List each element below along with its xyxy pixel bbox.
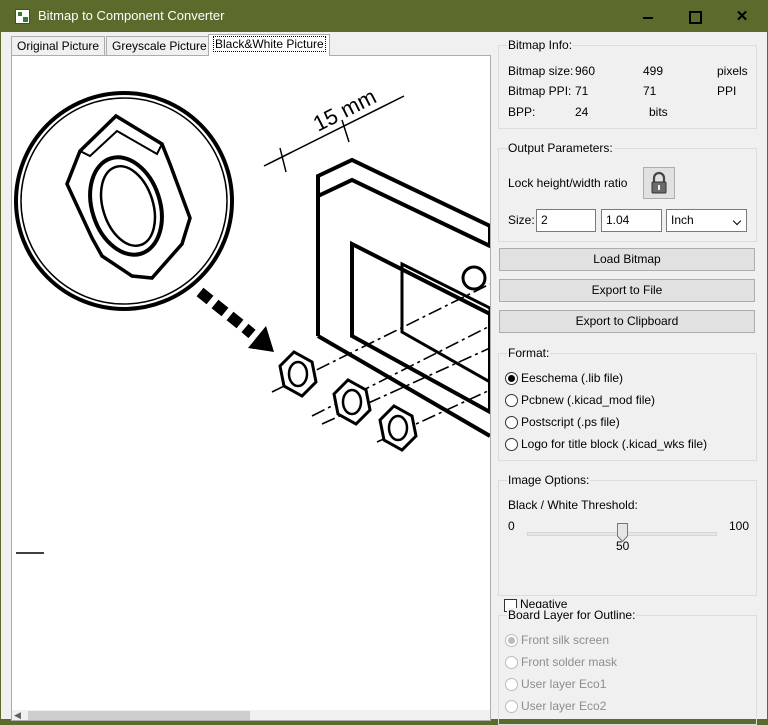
scrollbar-thumb[interactable] xyxy=(28,711,250,720)
export-to-file-button[interactable]: Export to File xyxy=(499,279,755,302)
radio-label: Postscript (.ps file) xyxy=(521,415,620,429)
threshold-min: 0 xyxy=(508,519,515,533)
load-bitmap-button[interactable]: Load Bitmap xyxy=(499,248,755,271)
bitmap-size-x: 960 xyxy=(575,64,596,78)
arrow-graphic xyxy=(196,287,274,352)
radio-label: User layer Eco1 xyxy=(521,677,607,691)
image-options-group: Image Options: Black / White Threshold: … xyxy=(498,473,757,612)
tab-label: Original Picture xyxy=(17,39,100,53)
radio-label: Eeschema (.lib file) xyxy=(521,371,624,385)
size-label: Size: xyxy=(508,213,535,227)
bpp-value: 24 xyxy=(575,105,589,119)
radio-button xyxy=(505,656,518,669)
bpp-label: BPP: xyxy=(508,105,536,119)
tab-label: Black&White Picture xyxy=(213,36,326,52)
group-title: Format: xyxy=(507,346,551,360)
lock-ratio-button[interactable] xyxy=(643,167,675,199)
unit-select-value: Inch xyxy=(671,213,694,227)
bpp-unit: bits xyxy=(649,105,668,119)
lock-icon xyxy=(651,171,667,194)
export-to-clipboard-button[interactable]: Export to Clipboard xyxy=(499,310,755,333)
radio-label: Logo for title block (.kicad_wks file) xyxy=(521,437,708,451)
threshold-max: 100 xyxy=(729,519,750,533)
scroll-left-icon[interactable]: ◀ xyxy=(14,710,21,720)
bitmap-ppi-x: 71 xyxy=(575,84,589,98)
group-title: Bitmap Info: xyxy=(507,38,574,52)
radio-button xyxy=(505,634,518,647)
app-icon xyxy=(15,9,30,24)
bitmap-size-y: 499 xyxy=(643,64,664,78)
tab-greyscale-picture[interactable]: Greyscale Picture xyxy=(106,36,216,56)
threshold-label: Black / White Threshold: xyxy=(508,498,638,512)
output-parameters-group: Output Parameters: Lock height/width rat… xyxy=(498,141,757,242)
unit-select[interactable]: Inch xyxy=(666,209,747,232)
board-layer-group: Board Layer for Outline: Front silk scre… xyxy=(498,608,757,725)
app-window: Bitmap to Component Converter ✕ Original… xyxy=(0,0,768,725)
close-button[interactable]: ✕ xyxy=(717,1,767,32)
tab-label: Greyscale Picture xyxy=(112,39,207,53)
bitmap-drawing: 15 mm xyxy=(14,84,490,554)
group-title: Image Options: xyxy=(507,473,591,487)
threshold-value: 50 xyxy=(616,539,630,553)
radio-label: User layer Eco2 xyxy=(521,699,607,713)
size-width-input[interactable]: 2 xyxy=(536,209,596,232)
tab-black-white-picture[interactable]: Black&White Picture xyxy=(208,34,330,56)
radio-button[interactable] xyxy=(505,416,518,429)
bitmap-ppi-y: 71 xyxy=(643,84,657,98)
lock-ratio-label: Lock height/width ratio xyxy=(508,176,628,190)
minimize-button[interactable] xyxy=(625,1,671,32)
horizontal-scrollbar[interactable]: ◀ xyxy=(12,710,490,720)
window-title: Bitmap to Component Converter xyxy=(38,8,225,23)
radio-label: Front solder mask xyxy=(521,655,618,669)
group-title: Output Parameters: xyxy=(507,141,614,155)
radio-button[interactable] xyxy=(505,372,518,385)
radio-button[interactable] xyxy=(505,438,518,451)
bitmap-size-label: Bitmap size: xyxy=(508,64,574,78)
small-nuts xyxy=(278,350,418,452)
radio-button[interactable] xyxy=(505,394,518,407)
format-group: Format: Eeschema (.lib file) Pcbnew (.ki… xyxy=(498,346,757,461)
radio-button xyxy=(505,700,518,713)
group-title: Board Layer for Outline: xyxy=(507,608,637,622)
size-height-input[interactable]: 1.04 xyxy=(601,209,662,232)
magnified-nut xyxy=(14,91,234,311)
bitmap-ppi-unit: PPI xyxy=(717,84,737,98)
tab-original-picture[interactable]: Original Picture xyxy=(11,36,105,56)
title-bar: Bitmap to Component Converter ✕ xyxy=(1,1,767,32)
bitmap-info-group: Bitmap Info: Bitmap size: 960 499 pixels… xyxy=(498,38,757,129)
bitmap-preview[interactable]: 15 mm ◀ xyxy=(11,55,491,721)
radio-label: Pcbnew (.kicad_mod file) xyxy=(521,393,656,407)
radio-label: Front silk screen xyxy=(521,633,610,647)
maximize-button[interactable] xyxy=(671,1,717,32)
bitmap-size-unit: pixels xyxy=(717,64,748,78)
close-icon: ✕ xyxy=(735,8,749,25)
radio-button xyxy=(505,678,518,691)
bitmap-ppi-label: Bitmap PPI: xyxy=(508,84,572,98)
